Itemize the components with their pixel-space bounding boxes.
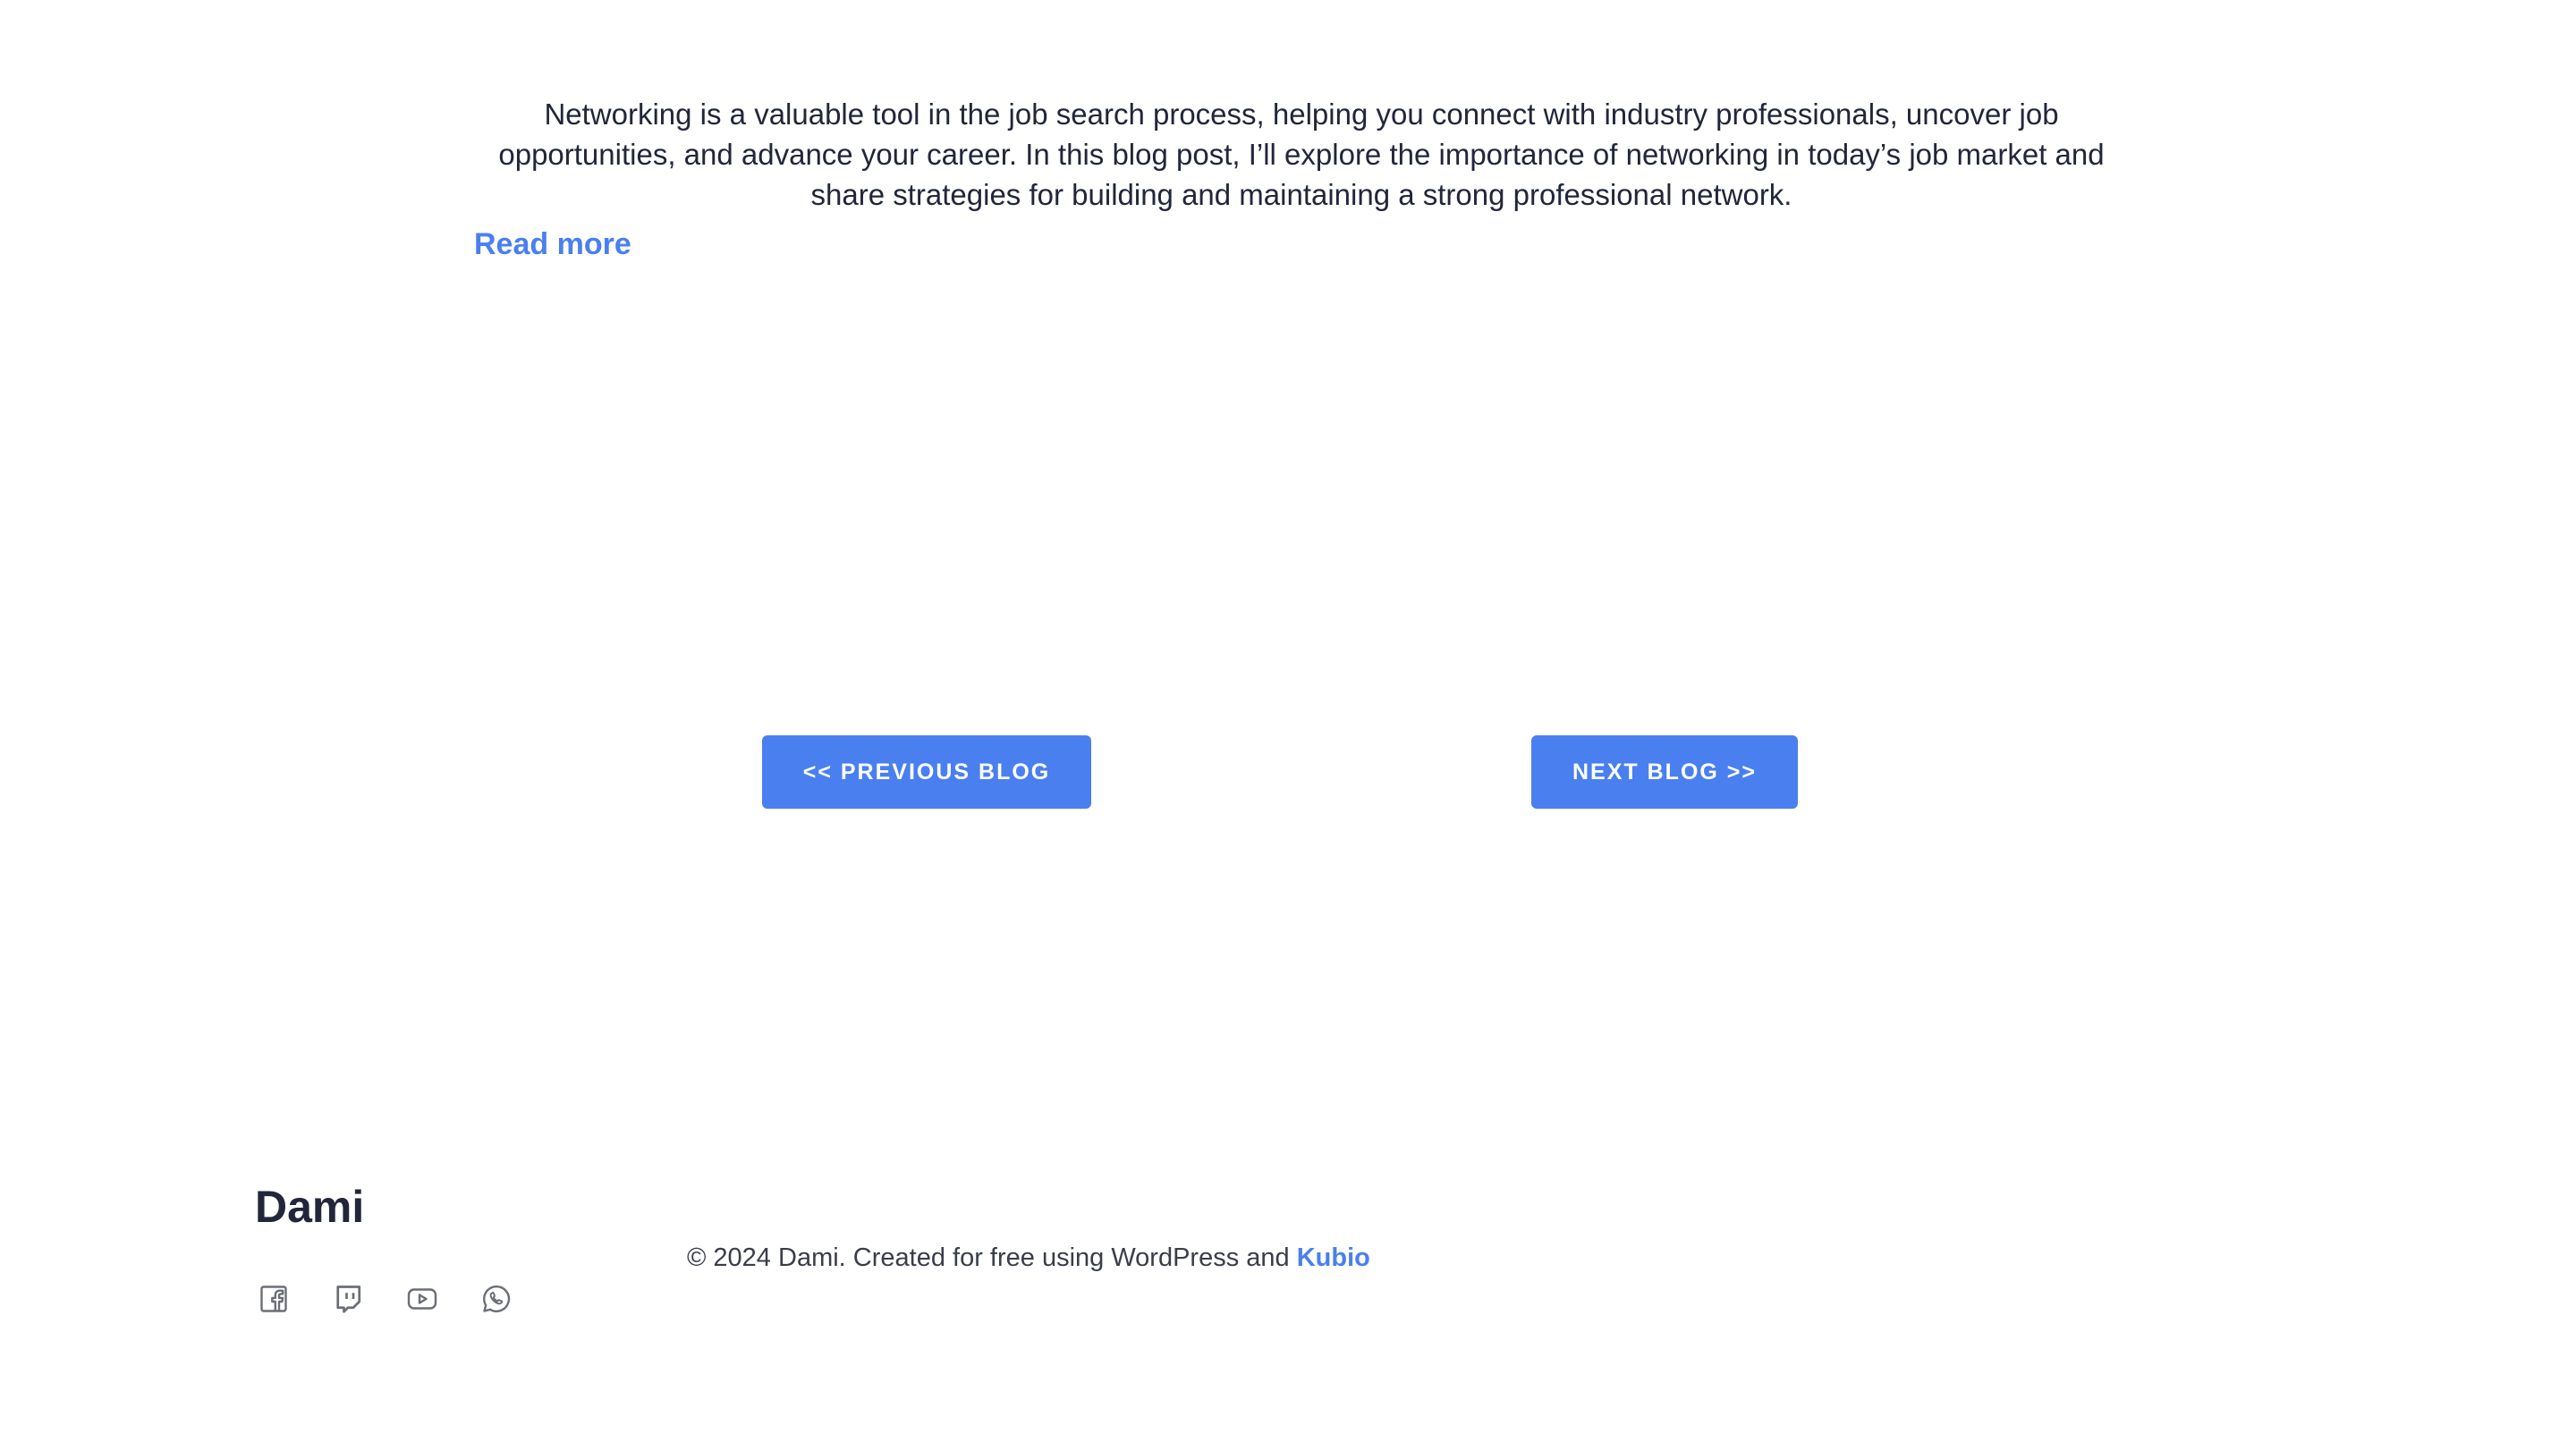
previous-blog-button[interactable]: << PREVIOUS BLOG xyxy=(762,735,1091,809)
post-excerpt: Networking is a valuable tool in the job… xyxy=(498,98,2105,211)
kubio-link[interactable]: Kubio xyxy=(1297,1243,1370,1272)
footer-brand: Dami xyxy=(255,1182,365,1232)
twitch-icon[interactable] xyxy=(332,1283,364,1315)
page: Networking is a valuable tool in the job… xyxy=(0,0,2576,1451)
youtube-icon[interactable] xyxy=(406,1283,438,1315)
read-more-link[interactable]: Read more xyxy=(474,224,631,265)
copyright-text: © 2024 Dami. Created for free using Word… xyxy=(687,1243,1290,1272)
social-icons xyxy=(258,1283,513,1315)
whatsapp-icon[interactable] xyxy=(480,1283,513,1315)
facebook-icon[interactable] xyxy=(258,1283,290,1315)
footer-copyright: © 2024 Dami. Created for free using Word… xyxy=(687,1240,1370,1276)
next-blog-button[interactable]: NEXT BLOG >> xyxy=(1531,735,1798,809)
